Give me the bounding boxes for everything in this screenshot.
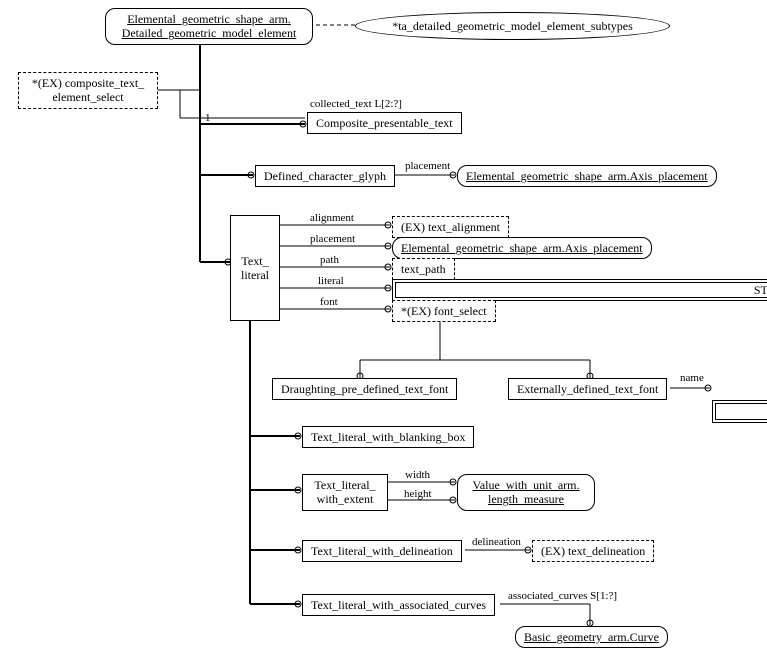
label-width: width (405, 469, 430, 481)
label-font: font (320, 296, 338, 308)
text-delineation-text: (EX) text_delineation (541, 544, 645, 558)
length-measure-l1: Value_with_unit_arm. (473, 478, 580, 492)
select-font-select: *(EX) font_select (392, 300, 496, 322)
entity-root: Elemental_geometric_shape_arm. Detailed_… (105, 8, 313, 45)
entity-curve: Basic_geometry_arm.Curve (515, 626, 668, 648)
entity-subtypes-oval: *ta_detailed_geometric_model_element_sub… (355, 12, 670, 40)
draughting-font-text: Draughting_pre_defined_text_font (281, 382, 448, 396)
label-path: path (320, 254, 339, 266)
entity-draughting-font: Draughting_pre_defined_text_font (272, 378, 457, 400)
root-line2: Detailed_geometric_model_element (122, 26, 297, 40)
type-text-delineation: (EX) text_delineation (532, 540, 654, 562)
select-composite-text: *(EX) composite_text_ element_select (18, 72, 158, 109)
entity-axis-placement-1: Elemental_geometric_shape_arm.Axis_place… (457, 165, 717, 187)
tl-extent-l2: with_extent (317, 492, 374, 506)
entity-composite-presentable-text: Composite_presentable_text (307, 112, 462, 134)
root-line1: Elemental_geometric_shape_arm. (127, 12, 291, 26)
text-path-text: text_path (401, 262, 446, 276)
type-text-alignment: (EX) text_alignment (392, 216, 509, 238)
label-placement-1: placement (405, 160, 450, 172)
axis-placement-1-text: Elemental_geometric_shape_arm.Axis_place… (466, 169, 708, 183)
length-measure-l2: length_measure (488, 492, 564, 506)
entity-tl-blanking-box: Text_literal_with_blanking_box (302, 426, 474, 448)
entity-text-literal: Text_ literal (230, 215, 280, 321)
composite-select-l2: element_select (52, 90, 123, 104)
entity-defined-character-glyph: Defined_character_glyph (255, 165, 395, 187)
label-height: height (404, 488, 432, 500)
defined-glyph-text: Defined_character_glyph (264, 169, 386, 183)
text-literal-l1: Text_ (239, 254, 271, 268)
type-string-1: STRING (392, 279, 767, 301)
type-text-path: text_path (392, 258, 455, 280)
text-alignment-text: (EX) text_alignment (401, 220, 500, 234)
externally-defined-font-text: Externally_defined_text_font (517, 382, 658, 396)
label-collected-text: collected_text L[2:?] (310, 98, 402, 110)
label-one: 1 (205, 112, 211, 124)
subtypes-text: *ta_detailed_geometric_model_element_sub… (392, 19, 633, 33)
string-1-text: STRING (754, 283, 767, 297)
composite-select-l1: *(EX) composite_text_ (32, 76, 144, 90)
composite-presentable-text: Composite_presentable_text (316, 116, 453, 130)
entity-axis-placement-2: Elemental_geometric_shape_arm.Axis_place… (392, 237, 652, 259)
font-select-text: *(EX) font_select (401, 304, 487, 318)
entity-externally-defined-font: Externally_defined_text_font (508, 378, 667, 400)
tl-assoc-curves-text: Text_literal_with_associated_curves (311, 598, 486, 612)
type-string-2: STRING (712, 400, 767, 422)
label-alignment: alignment (310, 212, 354, 224)
entity-tl-extent: Text_literal_ with_extent (302, 474, 388, 511)
label-delineation: delineation (472, 536, 521, 548)
label-placement-2: placement (310, 233, 355, 245)
type-length-measure: Value_with_unit_arm. length_measure (457, 474, 595, 511)
entity-tl-assoc-curves: Text_literal_with_associated_curves (302, 594, 495, 616)
entity-tl-delineation: Text_literal_with_delineation (302, 540, 462, 562)
axis-placement-2-text: Elemental_geometric_shape_arm.Axis_place… (401, 241, 643, 255)
tl-extent-l1: Text_literal_ (314, 478, 375, 492)
tl-delineation-text: Text_literal_with_delineation (311, 544, 453, 558)
label-literal: literal (318, 275, 344, 287)
label-name: name (680, 372, 704, 384)
tl-blanking-text: Text_literal_with_blanking_box (311, 430, 465, 444)
label-assoc-curves: associated_curves S[1:?] (508, 590, 617, 602)
curve-text: Basic_geometry_arm.Curve (524, 630, 659, 644)
text-literal-l2: literal (239, 268, 271, 282)
